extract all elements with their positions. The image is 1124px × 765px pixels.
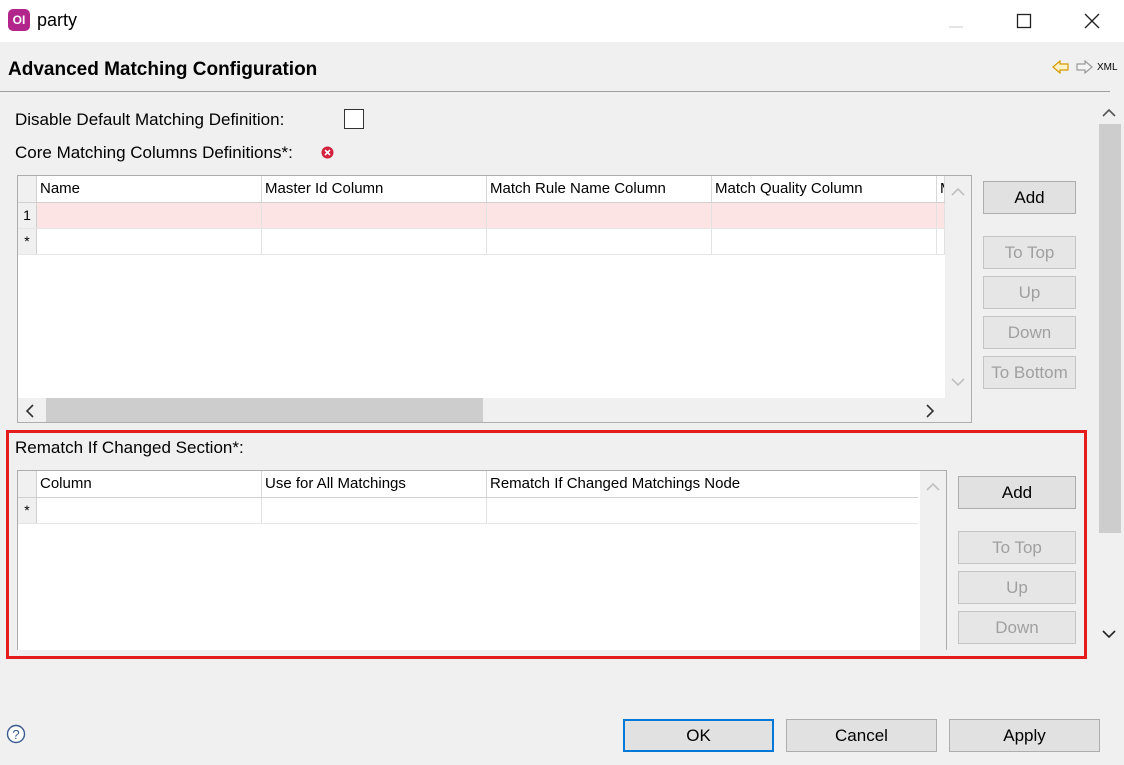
table-vertical-scrollbar[interactable] bbox=[945, 176, 971, 398]
window-title: party bbox=[37, 10, 78, 30]
row-header: 1 bbox=[18, 203, 37, 228]
column-header[interactable]: Master Id Column bbox=[262, 176, 487, 202]
svg-text:?: ? bbox=[12, 727, 19, 742]
core-matching-label: Core Matching Columns Definitions*: bbox=[15, 143, 293, 162]
table-row[interactable]: 1 bbox=[18, 203, 945, 229]
highlight-box bbox=[6, 430, 1087, 659]
app-icon: OI bbox=[8, 9, 30, 31]
disable-default-checkbox[interactable] bbox=[344, 109, 364, 129]
core-add-button[interactable]: Add bbox=[983, 181, 1076, 214]
core-down-button[interactable]: Down bbox=[983, 316, 1076, 349]
core-to-bottom-button[interactable]: To Bottom bbox=[983, 356, 1076, 389]
scroll-left-icon[interactable] bbox=[24, 403, 36, 419]
xml-view-button[interactable]: XML bbox=[1097, 62, 1118, 73]
forward-arrow-icon[interactable] bbox=[1075, 59, 1093, 79]
error-icon bbox=[321, 146, 334, 159]
column-header[interactable]: Match Rule Name Column bbox=[487, 176, 712, 202]
scroll-up-icon[interactable] bbox=[950, 185, 966, 197]
back-arrow-icon[interactable] bbox=[1052, 59, 1070, 79]
header-divider bbox=[0, 91, 1110, 92]
core-up-button[interactable]: Up bbox=[983, 276, 1076, 309]
main-scrollbar-thumb[interactable] bbox=[1099, 124, 1121, 533]
horizontal-scroll-thumb[interactable] bbox=[46, 398, 483, 422]
core-to-top-button[interactable]: To Top bbox=[983, 236, 1076, 269]
apply-button[interactable]: Apply bbox=[949, 719, 1100, 752]
column-header[interactable]: Name bbox=[37, 176, 262, 202]
minimize-icon bbox=[949, 26, 963, 28]
scroll-down-icon[interactable] bbox=[950, 377, 966, 389]
column-header[interactable]: M bbox=[937, 176, 945, 202]
scroll-right-icon[interactable] bbox=[924, 403, 936, 419]
table-row[interactable]: * bbox=[18, 229, 945, 255]
row-header: * bbox=[18, 229, 37, 254]
disable-default-label: Disable Default Matching Definition: bbox=[15, 110, 285, 129]
maximize-button[interactable] bbox=[996, 0, 1052, 42]
cancel-button[interactable]: Cancel bbox=[786, 719, 937, 752]
table-corner bbox=[18, 176, 37, 202]
help-icon[interactable]: ? bbox=[6, 724, 26, 744]
maximize-icon bbox=[1016, 13, 1032, 29]
core-matching-table[interactable]: Name Master Id Column Match Rule Name Co… bbox=[17, 175, 972, 423]
scroll-down-icon[interactable] bbox=[1101, 629, 1117, 641]
minimize-button[interactable] bbox=[928, 0, 984, 42]
scroll-up-icon[interactable] bbox=[1101, 106, 1117, 118]
ok-button[interactable]: OK bbox=[623, 719, 774, 752]
close-button[interactable] bbox=[1064, 0, 1120, 42]
close-icon bbox=[1084, 13, 1100, 29]
column-header[interactable]: Match Quality Column bbox=[712, 176, 937, 202]
page-title: Advanced Matching Configuration bbox=[8, 59, 318, 80]
